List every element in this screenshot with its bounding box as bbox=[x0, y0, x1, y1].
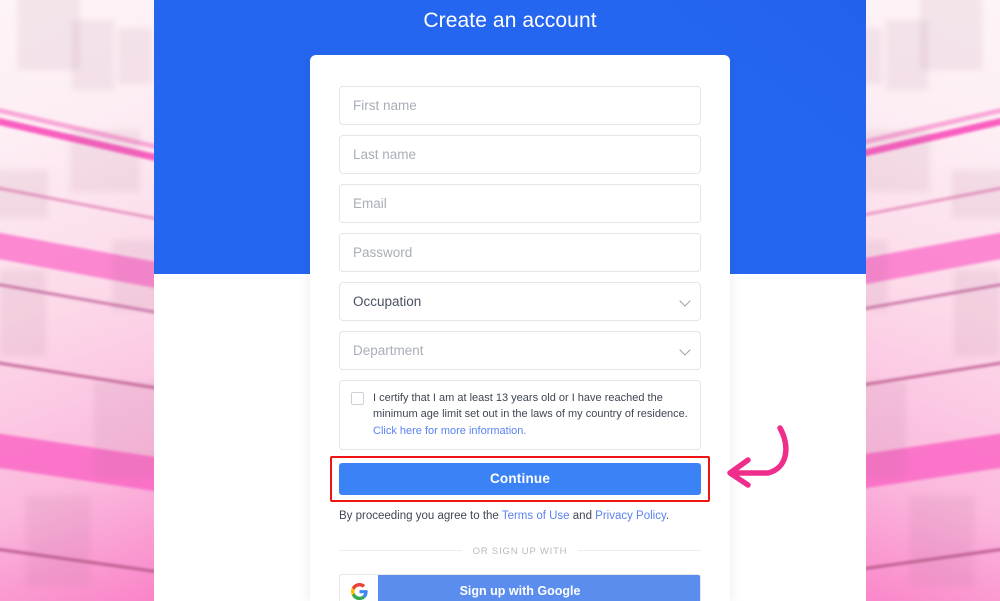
password-input[interactable]: Password bbox=[339, 233, 701, 272]
certify-statement: I certify that I am at least 13 years ol… bbox=[373, 392, 688, 421]
chevron-down-icon bbox=[679, 343, 691, 356]
terms-notice-prefix: By proceeding you agree to the bbox=[339, 509, 502, 522]
last-name-input[interactable]: Last name bbox=[339, 135, 701, 174]
occupation-select[interactable]: Occupation bbox=[339, 282, 701, 321]
terms-notice: By proceeding you agree to the Terms of … bbox=[339, 510, 701, 522]
chevron-down-icon bbox=[679, 294, 691, 307]
first-name-input[interactable]: First name bbox=[339, 86, 701, 125]
google-signup-label: Sign up with Google bbox=[459, 584, 581, 599]
department-value: Department bbox=[353, 343, 424, 358]
first-name-placeholder: First name bbox=[353, 98, 417, 113]
age-certification-text: I certify that I am at least 13 years ol… bbox=[373, 390, 689, 439]
email-placeholder: Email bbox=[353, 196, 387, 211]
department-select[interactable]: Department bbox=[339, 331, 701, 370]
social-divider-label: OR SIGN UP WITH bbox=[461, 545, 579, 557]
age-certification-checkbox[interactable] bbox=[351, 392, 364, 405]
continue-button[interactable]: Continue bbox=[339, 462, 701, 495]
more-information-link[interactable]: Click here for more information. bbox=[373, 425, 526, 437]
continue-button-group: Continue bbox=[330, 455, 710, 502]
page-title: Create an account bbox=[423, 9, 597, 32]
privacy-policy-link[interactable]: Privacy Policy bbox=[595, 510, 666, 522]
email-input[interactable]: Email bbox=[339, 184, 701, 223]
terms-notice-suffix: . bbox=[665, 509, 670, 522]
signup-page: Create an account First name Last name E… bbox=[0, 0, 1000, 601]
occupation-value: Occupation bbox=[353, 294, 422, 309]
terms-notice-middle: and bbox=[569, 509, 596, 522]
signup-card: First name Last name Email Password Occu… bbox=[310, 55, 730, 601]
google-signup-button[interactable]: Sign up with Google bbox=[339, 573, 701, 601]
terms-of-use-link[interactable]: Terms of Use bbox=[502, 510, 570, 522]
last-name-placeholder: Last name bbox=[353, 147, 417, 162]
age-certification-box: I certify that I am at least 13 years ol… bbox=[339, 380, 701, 450]
social-divider: OR SIGN UP WITH bbox=[339, 541, 701, 559]
password-placeholder: Password bbox=[353, 245, 413, 260]
